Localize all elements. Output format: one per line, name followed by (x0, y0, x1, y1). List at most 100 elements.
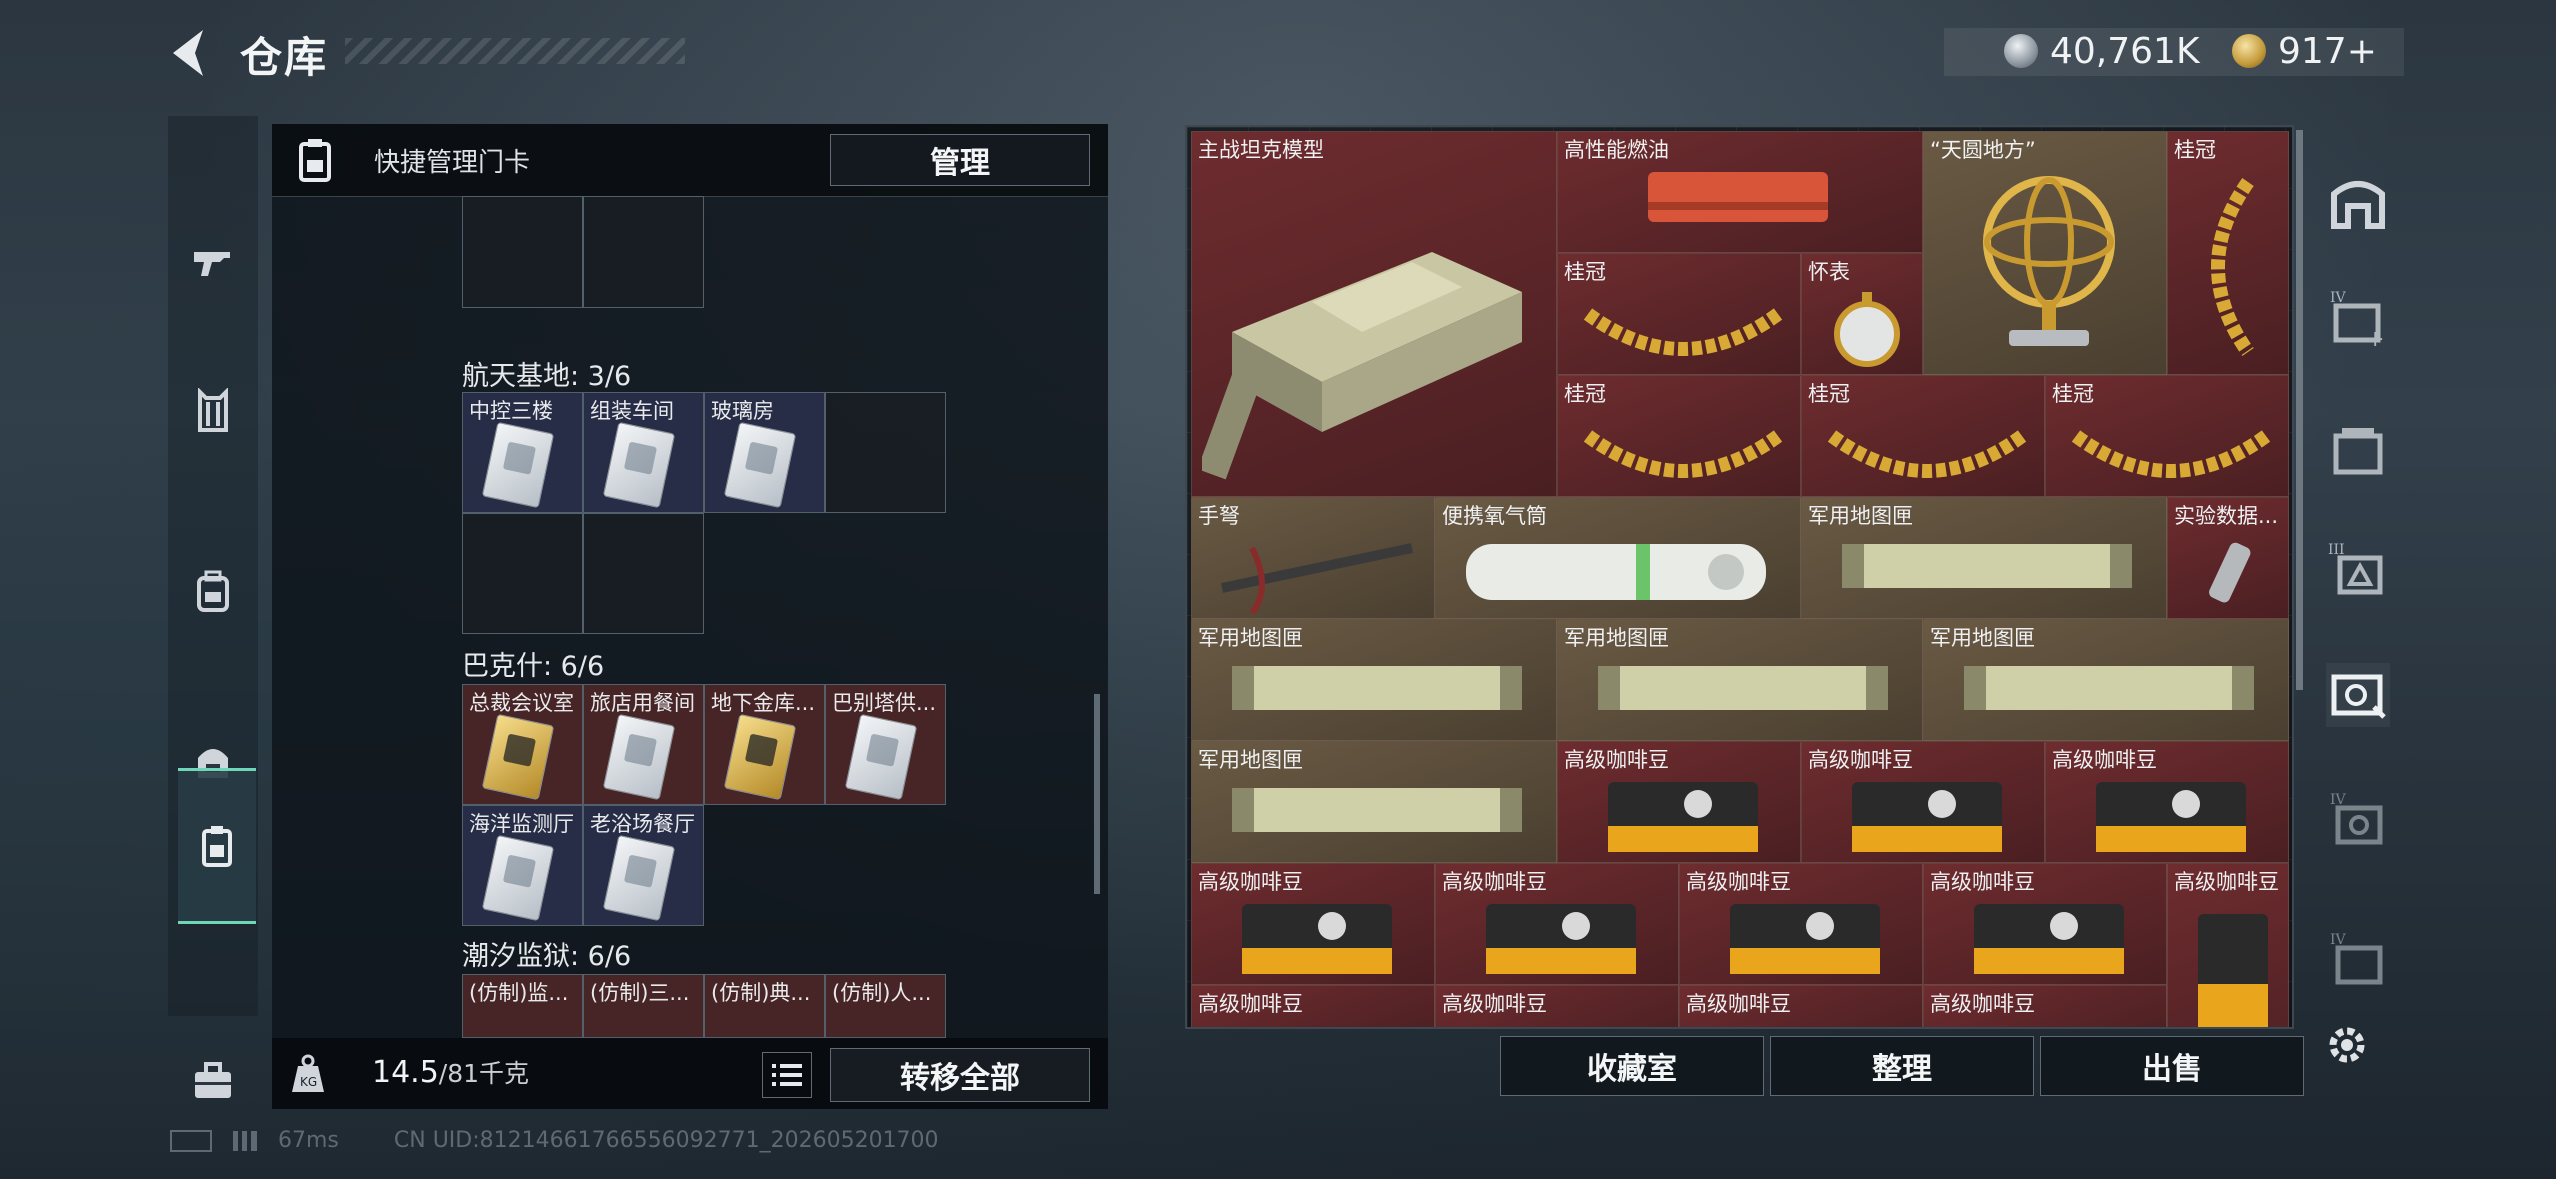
keycard-slot[interactable]: 玻璃房 (704, 392, 825, 513)
keycard-slot[interactable]: 老浴场餐厅 (583, 805, 704, 926)
item-name: 军用地图匣 (1564, 626, 1669, 650)
storage-keycard-icon[interactable] (2326, 663, 2390, 727)
item-laurel[interactable]: 桂冠 (2045, 375, 2289, 497)
map-case-icon (1598, 666, 1888, 710)
laurel-crown-icon (1583, 308, 1783, 356)
storage-IV-icon[interactable]: IV (2326, 788, 2390, 852)
keycard-slot[interactable]: (仿制)典... (704, 974, 825, 1038)
list-view-button[interactable] (762, 1052, 812, 1098)
item-coffee-beans[interactable]: 高级咖啡豆 (2167, 863, 2289, 1027)
keycard-slot[interactable]: (仿制)监... (462, 974, 583, 1038)
keycard-slot[interactable]: 中控三楼 (462, 392, 583, 513)
keycard-slot[interactable]: 巴别塔供... (825, 684, 946, 805)
keycard-slot[interactable]: (仿制)人... (825, 974, 946, 1038)
pocket-watch-icon (1834, 292, 1900, 367)
item-pocket-watch[interactable]: 怀表 (1801, 253, 1923, 375)
item-coffee-beans[interactable]: 高级咖啡豆 (1191, 985, 1435, 1027)
empty-slot[interactable] (825, 392, 946, 513)
item-map-case[interactable]: 军用地图匣 (1923, 619, 2289, 741)
item-map-case[interactable]: 军用地图匣 (1191, 741, 1557, 863)
manage-button[interactable]: 管理 (830, 134, 1090, 186)
nav-weapons[interactable] (168, 186, 258, 336)
map-case-icon (1842, 544, 2132, 588)
settings-gear-icon[interactable] (2322, 1020, 2372, 1070)
laurel-crown-icon (2071, 430, 2271, 478)
empty-slot[interactable] (462, 513, 583, 634)
item-coffee-beans[interactable]: 高级咖啡豆 (1801, 741, 2045, 863)
ping-value: 67ms (278, 1128, 339, 1153)
title-decoration (345, 38, 685, 64)
item-name: 主战坦克模型 (1198, 138, 1324, 162)
card-slot[interactable] (462, 196, 583, 308)
storage-III-icon[interactable]: III (2326, 538, 2390, 602)
item-oxygen-tank[interactable]: 便携氧气筒 (1435, 497, 1801, 619)
usb-drive-icon (2209, 542, 2251, 603)
currency-silver[interactable]: 40,761K (2004, 26, 2200, 76)
item-coffee-beans[interactable]: 高级咖啡豆 (1923, 863, 2167, 985)
laurel-crown-icon (1827, 430, 2027, 478)
storage-II-icon[interactable] (2326, 418, 2390, 482)
item-name: 军用地图匣 (1930, 626, 2035, 650)
transfer-all-button[interactable]: 转移全部 (830, 1048, 1090, 1102)
item-name: 军用地图匣 (1808, 504, 1913, 528)
keycard-slot[interactable]: (仿制)三... (583, 974, 704, 1038)
keycard-slot[interactable]: 组装车间 (583, 392, 704, 513)
item-name: 高级咖啡豆 (1808, 748, 1913, 772)
item-tank-model[interactable]: 主战坦克模型 (1191, 131, 1557, 497)
item-map-case[interactable]: 军用地图匣 (1557, 619, 1923, 741)
section-title: 巴克什: 6/6 (462, 651, 605, 682)
keycard-image (602, 421, 676, 509)
armillary-sphere-icon (1983, 176, 2115, 346)
item-coffee-beans[interactable]: 高级咖啡豆 (1435, 985, 1679, 1027)
item-laurel[interactable]: 桂冠 (1801, 375, 2045, 497)
storage-grid: 主战坦克模型 高性能燃油 “天圆地方” 桂冠 桂冠 怀表 桂冠 桂冠 桂冠 手弩… (1185, 125, 2294, 1029)
keycard-slot[interactable]: 旅店用餐间 (583, 684, 704, 805)
item-laurel[interactable]: 桂冠 (1557, 375, 1801, 497)
svg-text:IV: IV (2330, 290, 2347, 306)
item-coffee-beans[interactable]: 高级咖啡豆 (1435, 863, 1679, 985)
sort-button[interactable]: 整理 (1770, 1036, 2034, 1096)
item-coffee-beans[interactable]: 高级咖啡豆 (2045, 741, 2289, 863)
storage-scrollbar[interactable] (2296, 130, 2303, 690)
item-name: 高级咖啡豆 (1442, 870, 1547, 894)
item-coffee-beans[interactable]: 高级咖啡豆 (1679, 863, 1923, 985)
item-coffee-beans[interactable]: 高级咖啡豆 (1557, 741, 1801, 863)
item-map-case[interactable]: 军用地图匣 (1801, 497, 2167, 619)
section-title: 航天基地: 3/6 (462, 361, 632, 392)
keycard-image (481, 713, 555, 801)
keycard-slot[interactable]: 总裁会议室 (462, 684, 583, 805)
currency-gold[interactable]: 917+ (2232, 26, 2377, 76)
item-coffee-beans[interactable]: 高级咖啡豆 (1679, 985, 1923, 1027)
nav-backpack[interactable] (168, 516, 258, 666)
coffee-bag-icon (1974, 904, 2124, 974)
item-coffee-beans[interactable]: 高级咖啡豆 (1191, 863, 1435, 985)
card-slot[interactable] (583, 196, 704, 308)
item-crossbow[interactable]: 手弩 (1191, 497, 1435, 619)
storage-IV-add-icon[interactable]: IV + (2326, 288, 2390, 352)
item-experiment-data[interactable]: 实验数据... (2167, 497, 2289, 619)
weight-icon: KG (292, 1054, 324, 1092)
nav-armor[interactable] (168, 336, 258, 486)
item-laurel[interactable]: 桂冠 (1557, 253, 1801, 375)
nav-keycards[interactable] (178, 768, 256, 924)
keycard-name: 巴别塔供... (832, 691, 937, 715)
scrollbar[interactable] (1094, 694, 1100, 894)
sell-button[interactable]: 出售 (2040, 1036, 2304, 1096)
item-coffee-beans[interactable]: 高级咖啡豆 (1923, 985, 2167, 1027)
empty-slot[interactable] (583, 513, 704, 634)
storage-IV-b-icon[interactable]: IV (2326, 928, 2390, 992)
item-name: 高级咖啡豆 (1686, 870, 1791, 894)
gun-icon (194, 252, 230, 276)
safehouse-icon[interactable] (2326, 168, 2390, 232)
keycard-slot[interactable]: 地下金库... (704, 684, 825, 805)
item-fuel[interactable]: 高性能燃油 (1557, 131, 1923, 253)
coffee-bag-icon (1242, 904, 1392, 974)
back-arrow-icon[interactable] (165, 26, 215, 80)
item-name: 高级咖啡豆 (2174, 870, 2279, 894)
collection-room-button[interactable]: 收藏室 (1500, 1036, 1764, 1096)
item-armillary[interactable]: “天圆地方” (1923, 131, 2167, 375)
item-name: 高级咖啡豆 (1930, 992, 2035, 1016)
item-laurel[interactable]: 桂冠 (2167, 131, 2289, 375)
item-map-case[interactable]: 军用地图匣 (1191, 619, 1557, 741)
keycard-slot[interactable]: 海洋监测厅 (462, 805, 583, 926)
